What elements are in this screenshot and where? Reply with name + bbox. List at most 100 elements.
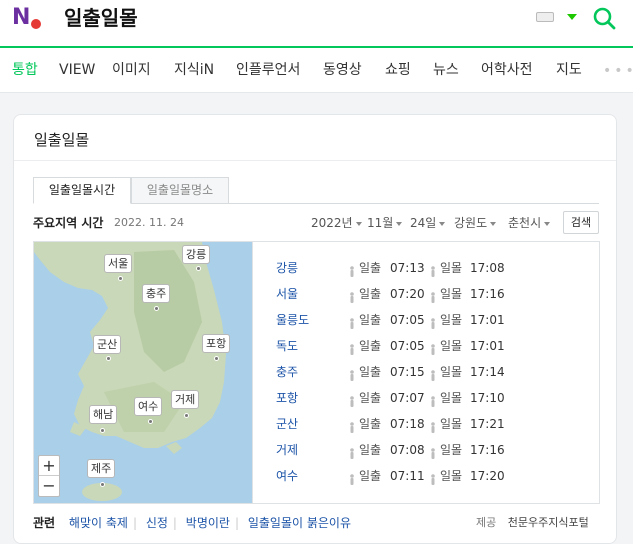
person-icon <box>349 444 355 459</box>
city-link[interactable]: 포항 <box>276 389 298 407</box>
tab-integrated[interactable]: 통합 <box>12 60 38 80</box>
city-link[interactable]: 거제 <box>276 441 298 459</box>
sunset-label: 일몰 <box>440 469 463 483</box>
logo-ball-icon <box>30 18 42 30</box>
times-list: 강릉 일출 07:13 일몰 17:08 서울 일출 07:20 일몰 17:16 울릉도 일출 07:… <box>252 242 599 503</box>
tab-shopping[interactable]: 쇼핑 <box>385 60 411 80</box>
tab-view[interactable]: VIEW <box>59 60 95 80</box>
zoom-in-button[interactable]: + <box>39 456 59 476</box>
related-link[interactable]: 박명이란 <box>186 516 230 530</box>
sunset-label: 일몰 <box>440 287 463 301</box>
map-pin-chungju[interactable]: 충주 <box>142 284 171 303</box>
person-icon <box>349 392 355 407</box>
keyboard-icon[interactable] <box>536 12 554 22</box>
subtab-sunrise-spots[interactable]: 일출일몰명소 <box>131 177 229 204</box>
logo-letter: N <box>12 5 31 30</box>
region-label: 주요지역 시간 <box>33 216 104 230</box>
korea-map[interactable]: 강릉 서울 충주 군산 포항 해남 여수 거제 제주 + − <box>34 242 252 503</box>
provider-link[interactable]: 천문우주지식포털 <box>508 516 589 529</box>
map-pin-jeju[interactable]: 제주 <box>87 459 116 478</box>
time-row: 포항 일출 07:07 일몰 17:10 <box>253 385 600 411</box>
more-tabs-icon[interactable]: ••• <box>603 64 633 78</box>
sunset-time: 17:01 <box>470 313 505 327</box>
sunrise-label: 일출 <box>359 313 382 327</box>
tab-influencer[interactable]: 인플루언서 <box>236 60 300 80</box>
subtab-sunrise-times[interactable]: 일출일몰시간 <box>33 177 131 204</box>
map-pin-yeosu[interactable]: 여수 <box>134 397 163 416</box>
province-select-value: 강원도 <box>454 216 488 230</box>
city-link[interactable]: 여수 <box>276 467 298 485</box>
chevron-down-icon[interactable] <box>567 14 577 20</box>
time-row: 울릉도 일출 07:05 일몰 17:01 <box>253 307 600 333</box>
sunrise-label: 일출 <box>359 469 382 483</box>
sunrise-time: 07:15 <box>390 365 425 379</box>
search-icon[interactable] <box>592 6 616 30</box>
city-link[interactable]: 군산 <box>276 415 298 433</box>
time-row: 여수 일출 07:11 일몰 17:20 <box>253 463 600 489</box>
sunrise-label: 일출 <box>359 339 382 353</box>
city-link[interactable]: 강릉 <box>276 259 298 277</box>
sunset-label: 일몰 <box>440 339 463 353</box>
city-link[interactable]: 충주 <box>276 363 298 381</box>
map-zoom-control: + − <box>38 455 60 497</box>
related-link[interactable]: 신정 <box>146 516 168 530</box>
sunset-time: 17:14 <box>470 365 505 379</box>
map-pin-gangneung[interactable]: 강릉 <box>182 245 211 264</box>
tab-video[interactable]: 동영상 <box>323 60 362 80</box>
city-link[interactable]: 울릉도 <box>276 311 309 329</box>
map-pin-geoje[interactable]: 거제 <box>171 390 200 409</box>
tab-knowledge-in[interactable]: 지식iN <box>174 60 214 80</box>
header: N 일출일몰 <box>0 0 633 46</box>
map-pin-haenam[interactable]: 해남 <box>89 405 118 424</box>
related-link[interactable]: 일출일몰이 붉은이유 <box>248 516 351 530</box>
person-icon <box>430 288 436 303</box>
city-link[interactable]: 서울 <box>276 285 298 303</box>
sunrise-label: 일출 <box>359 287 382 301</box>
chevron-down-icon <box>544 221 551 226</box>
naver-logo[interactable]: N <box>12 5 42 30</box>
city-select[interactable]: 춘천시 <box>508 214 551 232</box>
year-select[interactable]: 2022년 <box>311 214 362 232</box>
sunset-time: 17:20 <box>470 469 505 483</box>
province-select[interactable]: 강원도 <box>454 214 497 232</box>
separator: | <box>132 516 137 530</box>
sunrise-time: 07:08 <box>390 443 425 457</box>
person-icon <box>349 288 355 303</box>
separator: | <box>234 516 239 530</box>
person-icon <box>430 392 436 407</box>
sunrise-label: 일출 <box>359 443 382 457</box>
day-select[interactable]: 24일 <box>410 214 446 232</box>
sunrise-label: 일출 <box>359 261 382 275</box>
sunrise-label: 일출 <box>359 391 382 405</box>
day-select-value: 24일 <box>410 216 437 230</box>
sunset-time: 17:16 <box>470 443 505 457</box>
sunrise-time: 07:05 <box>390 313 425 327</box>
tab-dictionary[interactable]: 어학사전 <box>481 60 533 80</box>
korea-landmass <box>34 242 226 501</box>
related-link[interactable]: 해맞이 축제 <box>69 516 128 530</box>
map-pin-seoul[interactable]: 서울 <box>104 254 133 273</box>
chevron-down-icon <box>439 221 446 226</box>
map-pin-dot <box>106 356 111 361</box>
related-label: 관련 <box>33 516 56 530</box>
map-pin-dot <box>196 266 201 271</box>
tab-images[interactable]: 이미지 <box>112 60 151 80</box>
chevron-down-icon <box>396 221 403 226</box>
tab-news[interactable]: 뉴스 <box>433 60 459 80</box>
sunrise-time: 07:20 <box>390 287 425 301</box>
sunrise-time: 07:07 <box>390 391 425 405</box>
search-query-text[interactable]: 일출일몰 <box>64 4 138 32</box>
search-button[interactable]: 검색 <box>563 211 599 234</box>
map-pin-pohang[interactable]: 포항 <box>202 334 231 353</box>
map-pin-gunsan[interactable]: 군산 <box>93 335 122 354</box>
person-icon <box>430 314 436 329</box>
tab-map[interactable]: 지도 <box>556 60 582 80</box>
zoom-out-button[interactable]: − <box>39 476 59 496</box>
map-pin-dot <box>148 419 153 424</box>
month-select[interactable]: 11월 <box>367 214 403 232</box>
city-link[interactable]: 독도 <box>276 337 298 355</box>
sunrise-time: 07:13 <box>390 261 425 275</box>
related-keywords: 관련 해맞이 축제 | 신정 | 박명이란 | 일출일몰이 붉은이유 <box>33 514 351 532</box>
sunrise-time: 07:11 <box>390 469 425 483</box>
person-icon <box>349 314 355 329</box>
